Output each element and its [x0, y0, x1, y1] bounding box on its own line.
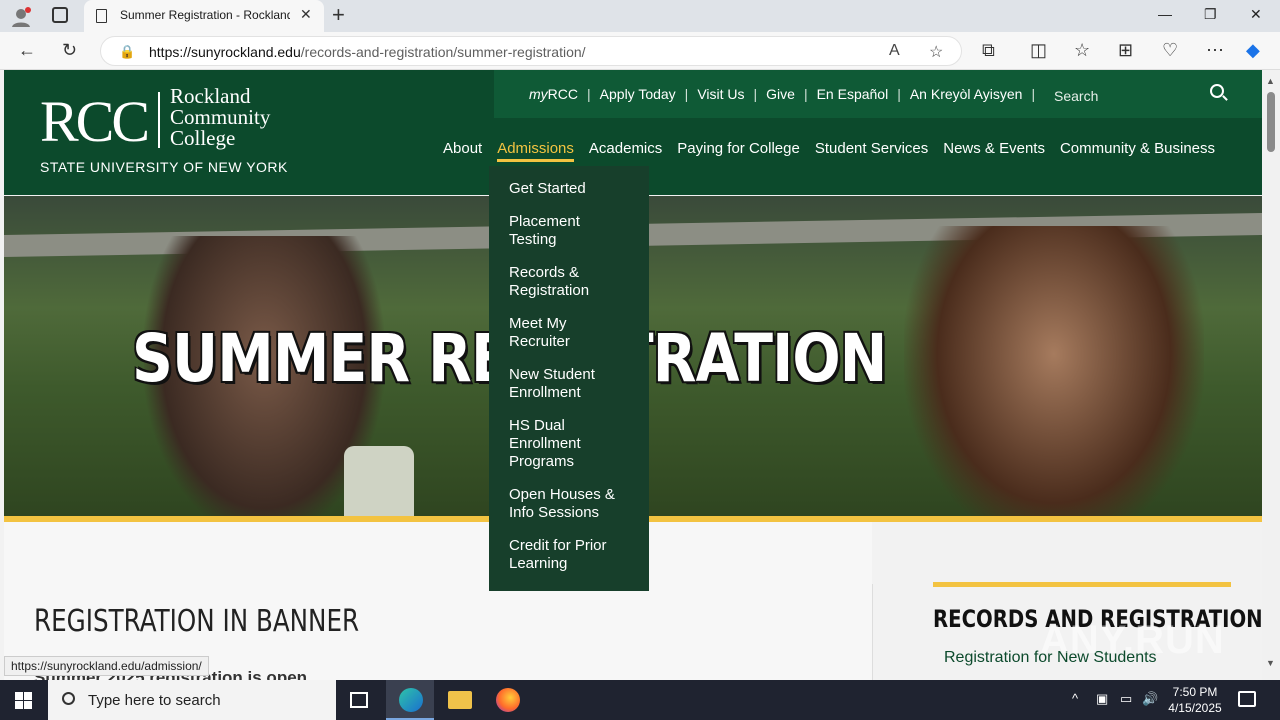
close-tab-icon[interactable]: ✕ [300, 6, 312, 23]
tray-chevron-icon[interactable]: ^ [1072, 691, 1078, 706]
watermark: ANY.RUN [1040, 618, 1225, 662]
give-link[interactable]: Give [766, 86, 795, 102]
explorer-taskbar-button[interactable] [436, 680, 484, 720]
tray-device-icon[interactable]: ▣ [1096, 691, 1108, 707]
favorites-icon[interactable]: ☆ [1074, 40, 1090, 61]
scroll-up-icon[interactable]: ▲ [1266, 76, 1275, 86]
new-tab-icon[interactable]: + [332, 2, 345, 28]
dropdown-item-meet-recruiter[interactable]: Meet My Recruiter [509, 315, 629, 351]
dropdown-item-hs-dual-enrollment[interactable]: HS Dual Enrollment Programs [509, 417, 629, 471]
sidebar-gold-rule [933, 582, 1231, 587]
network-icon[interactable]: ▭ [1120, 691, 1132, 707]
dropdown-item-open-houses[interactable]: Open Houses & Info Sessions [509, 486, 629, 522]
address-bar[interactable]: 🔒 https://sunyrockland.edu/records-and-r… [100, 36, 962, 66]
hero-cup [344, 446, 414, 516]
taskbar-search-placeholder: Type here to search [88, 692, 221, 709]
dropdown-item-get-started[interactable]: Get Started [509, 180, 629, 198]
url-text: https://sunyrockland.edu/records-and-reg… [149, 44, 586, 60]
folder-icon [448, 691, 472, 709]
nav-academics[interactable]: Academics [589, 140, 662, 162]
content-divider [872, 584, 873, 680]
firefox-icon [496, 688, 520, 712]
logo-name[interactable]: Rockland Community College [170, 86, 270, 149]
page-heading: REGISTRATION IN BANNER [34, 604, 360, 639]
start-icon[interactable] [15, 692, 32, 709]
page-scrollbar[interactable]: ▲ ▼ [1262, 70, 1280, 680]
taskbar-search[interactable]: Type here to search [48, 680, 336, 720]
utility-bar: myRCC | Apply Today | Visit Us | Give | … [494, 70, 1262, 118]
espanol-link[interactable]: En Español [817, 86, 889, 102]
nav-about[interactable]: About [443, 140, 482, 162]
main-nav: About Admissions Academics Paying for Co… [443, 140, 1230, 162]
firefox-taskbar-button[interactable] [484, 680, 532, 720]
hero-person-right [904, 226, 1204, 516]
search-icon [62, 692, 75, 705]
notifications-icon[interactable] [1238, 691, 1256, 707]
windows-taskbar: Type here to search ^ ▣ ▭ 🔊 7:50 PM 4/15… [0, 680, 1280, 720]
task-view-button[interactable] [336, 680, 384, 720]
read-aloud-icon[interactable]: A [889, 42, 900, 60]
copilot-icon[interactable]: ◆ [1246, 40, 1260, 61]
search-icon[interactable] [1210, 84, 1224, 98]
nav-student-services[interactable]: Student Services [815, 140, 928, 162]
dropdown-item-credit-prior-learning[interactable]: Credit for Prior Learning [509, 537, 629, 573]
dropdown-item-new-student-enrollment[interactable]: New Student Enrollment [509, 366, 629, 402]
edge-icon [399, 688, 423, 712]
back-icon[interactable]: ← [18, 40, 36, 61]
split-screen-icon[interactable]: ◫ [1030, 40, 1047, 61]
profile-icon[interactable] [10, 6, 32, 28]
close-window-icon[interactable]: ✕ [1250, 6, 1262, 23]
restore-icon[interactable]: ❐ [1204, 6, 1217, 23]
logo-divider [158, 92, 160, 148]
favorite-star-icon[interactable]: ☆ [929, 42, 943, 62]
apply-today-link[interactable]: Apply Today [600, 86, 676, 102]
nav-news-events[interactable]: News & Events [943, 140, 1045, 162]
browser-essentials-icon[interactable]: ♡ [1162, 40, 1178, 61]
dropdown-item-records-registration[interactable]: Records & Registration [509, 264, 629, 300]
refresh-icon[interactable]: ↻ [62, 40, 77, 61]
logo-abbr[interactable]: RCC [40, 88, 150, 155]
dropdown-item-placement-testing[interactable]: Placement Testing [509, 213, 629, 249]
browser-tab[interactable]: Summer Registration - Rockland ✕ [84, 0, 324, 32]
minimize-icon[interactable]: — [1158, 6, 1172, 22]
tab-actions-icon[interactable] [52, 7, 68, 23]
nav-community-business[interactable]: Community & Business [1060, 140, 1215, 162]
extensions-icon[interactable]: ⧉ [982, 40, 995, 61]
browser-toolbar: ← ↻ 🔒 https://sunyrockland.edu/records-a… [0, 32, 1280, 70]
visit-us-link[interactable]: Visit Us [697, 86, 744, 102]
browser-tab-strip: Summer Registration - Rockland ✕ + — ❐ ✕ [0, 0, 1280, 32]
web-page: RCC Rockland Community College STATE UNI… [0, 70, 1262, 680]
lock-icon[interactable]: 🔒 [119, 44, 135, 60]
edge-taskbar-button[interactable] [386, 680, 434, 720]
myrcc-link[interactable]: myRCC [529, 86, 578, 102]
task-view-icon [350, 692, 368, 708]
scrollbar-thumb[interactable] [1267, 92, 1275, 152]
settings-more-icon[interactable]: ⋯ [1206, 40, 1224, 61]
nav-admissions[interactable]: Admissions [497, 140, 574, 162]
site-search-input[interactable]: Search [1054, 88, 1098, 104]
logo-suny: STATE UNIVERSITY OF NEW YORK [40, 159, 288, 175]
volume-icon[interactable]: 🔊 [1142, 691, 1158, 707]
nav-paying-for-college[interactable]: Paying for College [677, 140, 800, 162]
collections-icon[interactable]: ⊞ [1118, 40, 1133, 61]
page-icon [96, 9, 107, 23]
tab-title: Summer Registration - Rockland [120, 8, 290, 22]
admissions-dropdown: Get Started Placement Testing Records & … [489, 166, 649, 591]
kreyol-link[interactable]: An Kreyòl Ayisyen [910, 86, 1023, 102]
scroll-down-icon[interactable]: ▼ [1266, 658, 1275, 668]
taskbar-clock[interactable]: 7:50 PM 4/15/2025 [1160, 684, 1230, 716]
status-url-tooltip: https://sunyrockland.edu/admission/ [4, 656, 209, 676]
